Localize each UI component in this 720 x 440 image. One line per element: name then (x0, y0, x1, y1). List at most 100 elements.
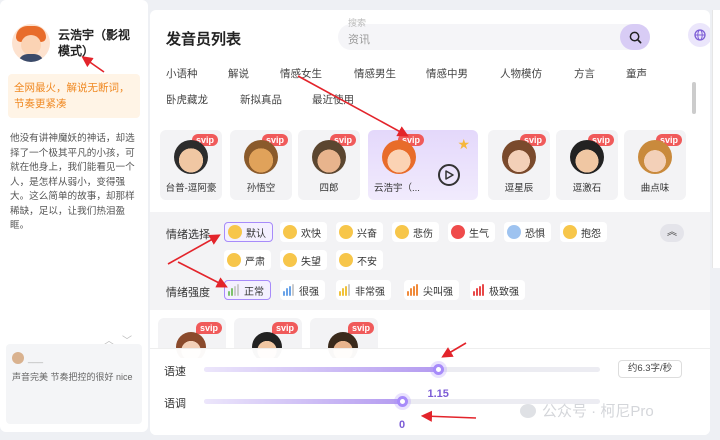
emotion-chip-sad[interactable]: 悲伤 (392, 222, 439, 242)
language-button[interactable] (688, 23, 710, 47)
intensity-chip-normal[interactable]: 正常 (224, 280, 271, 300)
pitch-value: 0 (399, 419, 406, 431)
intensity-bars-icon (407, 284, 419, 296)
tab-dialect[interactable]: 方言 (574, 66, 595, 81)
speed-slider-handle[interactable] (433, 364, 444, 375)
speed-label: 语速 (164, 366, 186, 378)
intensity-bars-icon (473, 284, 485, 296)
emotion-settings: 情绪选择 默认 欢快 兴奋 悲伤 生气 恐惧 抱怨 严肃 失望 不安 ︽ 情绪强… (150, 212, 710, 310)
intensity-chip-scream[interactable]: 尖叫强 (404, 280, 459, 300)
emotion-chip-happy[interactable]: 欢快 (280, 222, 327, 242)
svip-badge: svip (347, 322, 374, 334)
speech-settings: 语速 1.15 约6.3字/秒 语调 0 (150, 348, 710, 435)
voice-card-list: svip 台普-逗阿豪 svip 孙悟空 svip 四郎 svip ★ 云浩宇（… (150, 126, 710, 216)
tab-realistic[interactable]: 新拟真品 (240, 92, 282, 107)
wechat-icon (520, 403, 536, 418)
emotion-chip-complain[interactable]: 抱怨 (560, 222, 607, 242)
tab-child-voice[interactable]: 童声 (626, 66, 647, 81)
emotion-chip-fear[interactable]: 恐惧 (504, 222, 551, 242)
emotion-chip-uneasy[interactable]: 不安 (336, 250, 383, 270)
emotion-chip-default[interactable]: 默认 (224, 222, 273, 242)
voice-card-name: 逗星辰 (504, 183, 534, 194)
chevron-up-icon: ︽ (667, 227, 677, 238)
voice-card[interactable]: svip 曲点味 (624, 130, 686, 200)
play-button[interactable] (438, 164, 460, 186)
avatar (312, 140, 346, 174)
intensity-label: 情绪强度 (166, 287, 210, 299)
complain-emoji-icon (563, 225, 577, 239)
tab-minor-languages[interactable]: 小语种 (166, 66, 198, 81)
avatar (502, 140, 536, 174)
avatar (382, 140, 416, 174)
tab-emotional-male[interactable]: 情感男生 (354, 66, 396, 81)
svip-badge: svip (271, 322, 298, 334)
laugh-emoji-icon (283, 225, 297, 239)
page-title: 发音员列表 (166, 31, 242, 48)
voice-card-name: 逗激石 (572, 183, 602, 194)
comment-text: 声音完美 节奏把控的很好 nice (12, 372, 133, 382)
pitch-slider-fill (204, 399, 402, 404)
voice-avatar (12, 24, 50, 62)
voice-card[interactable]: svip 逗激石 (556, 130, 618, 200)
emotion-chip-angry[interactable]: 生气 (448, 222, 495, 242)
speed-slider[interactable] (204, 364, 600, 375)
search-input[interactable]: 搜索 资讯 (338, 18, 650, 50)
watermark-text: 公众号 · 柯尼Pro (542, 403, 654, 420)
avatar (174, 140, 208, 174)
voice-intro: 他没有讲神魔妖的神话，却选择了一个极其平凡的小孩，可就在他身上，我们能看见一个人… (10, 133, 135, 231)
avatar (570, 140, 604, 174)
favorite-star-icon[interactable]: ★ (457, 136, 470, 153)
speech-rate-readout: 约6.3字/秒 (618, 360, 682, 378)
uneasy-emoji-icon (339, 253, 353, 267)
voice-list-panel: 发音员列表 搜索 资讯 小语种 解说 情感女生 情感男生 情感中男 人物模仿 方… (150, 10, 710, 435)
tabs-scrollbar[interactable] (692, 82, 696, 114)
collapse-button[interactable]: ︽ (660, 224, 684, 242)
intensity-chip-very-strong[interactable]: 非常强 (336, 280, 391, 300)
voice-name: 云浩宇（影视模式） (58, 28, 131, 58)
emotion-chip-disappointed[interactable]: 失望 (280, 250, 327, 270)
voice-card[interactable]: svip 孙悟空 (230, 130, 292, 200)
disappointed-emoji-icon (283, 253, 297, 267)
intensity-bars-icon (228, 284, 240, 296)
tab-recently-used[interactable]: 最近使用 (312, 92, 354, 107)
voice-card[interactable]: svip 逗星辰 (488, 130, 550, 200)
smile-emoji-icon (228, 225, 242, 239)
angry-emoji-icon (451, 225, 465, 239)
excited-emoji-icon (339, 225, 353, 239)
voice-card-name: 台普-逗阿豪 (165, 183, 217, 194)
pitch-label: 语调 (164, 398, 186, 410)
search-icon (629, 31, 641, 43)
intensity-bars-icon (339, 284, 351, 296)
emotion-chip-serious[interactable]: 严肃 (224, 250, 271, 270)
intensity-bars-icon (283, 284, 295, 296)
voice-promo: 全网最火，解说无断词，节奏更紧凑 (8, 74, 140, 118)
search-placeholder: 资讯 (348, 34, 370, 46)
voice-card[interactable]: svip 四郎 (298, 130, 360, 200)
intensity-chip-strong[interactable]: 很强 (280, 280, 325, 300)
avatar (638, 140, 672, 174)
comment-user: ___ (12, 352, 136, 364)
sad-emoji-icon (395, 225, 409, 239)
fear-emoji-icon (507, 225, 521, 239)
pitch-slider-handle[interactable] (397, 396, 408, 407)
speed-slider-fill (204, 367, 438, 372)
voice-card[interactable]: svip 台普-逗阿豪 (160, 130, 222, 200)
voice-card-selected[interactable]: svip ★ 云浩宇（... (368, 130, 478, 200)
serious-emoji-icon (227, 253, 241, 267)
tab-character-imitation[interactable]: 人物模仿 (500, 66, 542, 81)
comment-card: ___ 声音完美 节奏把控的很好 nice (6, 344, 142, 424)
tab-commentary[interactable]: 解说 (228, 66, 249, 81)
emotion-chip-excited[interactable]: 兴奋 (336, 222, 383, 242)
watermark: 公众号 · 柯尼Pro (520, 400, 654, 421)
tab-emotional-middle-male[interactable]: 情感中男 (426, 66, 468, 81)
intensity-chip-extreme[interactable]: 极致强 (470, 280, 525, 300)
avatar (12, 352, 24, 364)
search-button[interactable] (620, 24, 650, 50)
tab-hidden-talents[interactable]: 卧虎藏龙 (166, 92, 208, 107)
voice-card-name: 四郎 (319, 183, 339, 194)
voice-detail-panel: 云浩宇（影视模式） 全网最火，解说无断词，节奏更紧凑 他没有讲神魔妖的神话，却选… (0, 0, 148, 432)
globe-icon (694, 29, 706, 41)
tab-emotional-female[interactable]: 情感女生 (280, 66, 322, 81)
voice-card-name: 云浩宇（... (374, 183, 420, 194)
side-panel-edge (712, 10, 720, 268)
